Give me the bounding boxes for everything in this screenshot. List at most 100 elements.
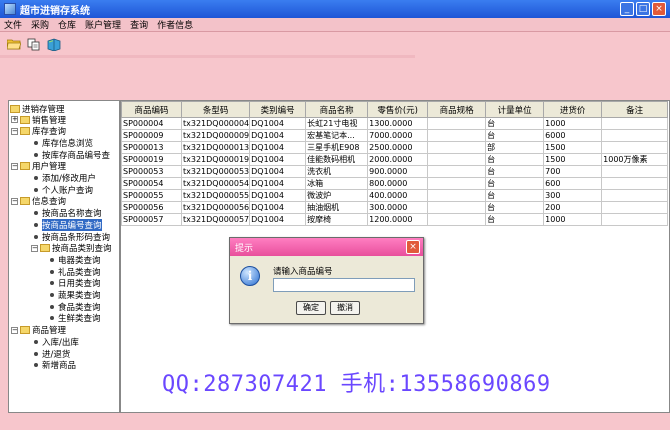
menu-file[interactable]: 文件 [4,18,22,31]
table-cell [601,141,669,154]
table-cell: 600 [543,177,603,190]
product-code-input[interactable] [273,278,415,292]
nav-tree[interactable]: 进销存管理 + 销售管理 − 库存查询 库存信息浏览 按库存商品编号查 − 用户管理添加/修改… [8,100,120,413]
menu-warehouse[interactable]: 仓库 [58,18,76,31]
collapse-icon[interactable]: − [31,244,38,252]
tree-item[interactable]: − 用户管理 [11,161,66,172]
table-row[interactable]: SP000053 tx321DQ000053 DQ1004 洗衣机 900.0000 台 7… [121,165,669,178]
tree-item[interactable]: 生鲜类查询 [47,313,101,324]
menu-query[interactable]: 查询 [130,18,148,31]
tree-item-label: 蔬果类查询 [58,291,101,301]
column-header[interactable]: 类别编号 [249,101,307,118]
collapse-icon[interactable]: − [11,197,18,205]
tree-item-label: 日用类查询 [58,279,101,290]
maximize-button[interactable]: □ [636,2,650,16]
tree-root[interactable]: 进销存管理 [10,103,65,115]
dialog-close-button[interactable]: × [406,240,420,254]
open-folder-icon[interactable] [6,37,21,52]
tree-item[interactable]: 新增商品 [31,360,76,371]
bullet-icon [34,211,38,216]
title-bar[interactable]: 超市进销存系统 _ □ × [0,0,670,18]
table-cell: DQ1004 [249,201,307,214]
tree-item[interactable]: 按商品编号查询 [31,218,102,231]
table-cell: 300 [543,189,603,202]
tree-item-label: 按商品类别查询 [52,244,112,255]
table-row[interactable]: SP000054 tx321DQ000054 DQ1004 冰箱 800.0000 台 60… [121,177,669,190]
menu-purchase[interactable]: 采购 [31,18,49,31]
tree-item[interactable]: 个人账户查询 [31,184,93,196]
tree-item[interactable]: − 信息查询 [11,196,66,207]
tree-item[interactable]: 按商品条形码查询 [31,231,110,243]
copy-icon[interactable] [26,37,41,52]
expand-icon[interactable]: + [11,116,18,123]
column-header[interactable]: 商品规格 [427,101,487,118]
table-cell: DQ1004 [249,153,307,166]
tree-item[interactable]: 电器类查询 [47,254,101,266]
table-row[interactable]: SP000004 tx321DQ000004 DQ1004 长虹21寸电视 1300.0… [121,117,669,130]
table-cell [427,165,487,178]
table-row[interactable]: SP000057 tx321DQ000057 DQ1004 按摩椅 1200.0000 台… [121,213,669,226]
table-row[interactable]: SP000055 tx321DQ000055 DQ1004 微波炉 400.0000 台 3… [121,189,669,202]
dialog-title-bar[interactable]: 提示 [230,238,423,256]
column-header[interactable]: 计量单位 [485,101,545,118]
tree-item[interactable]: − 库存查询 [11,126,66,137]
contact-watermark: QQ:287307421 手机:13558690869 [162,372,551,397]
column-header[interactable]: 商品名称 [305,101,369,118]
tree-item[interactable]: 入库/出库 [31,336,79,348]
bullet-icon [50,304,54,309]
tree-item[interactable]: − 商品管理 [11,325,66,336]
tree-item-label: 按商品编号查询 [42,218,102,231]
table-row[interactable]: SP000009 tx321DQ000009 DQ1004 宏基笔记本... 7000.… [121,129,669,142]
column-header[interactable]: 条型码 [180,101,251,118]
collapse-icon[interactable]: − [11,127,18,135]
table-cell: SP000056 [121,201,182,214]
table-cell: tx321DQ000009 [180,129,251,142]
collapse-icon[interactable]: − [11,326,18,334]
bullet-icon [50,257,54,262]
table-cell: SP000013 [121,141,182,154]
menu-author[interactable]: 作者信息 [157,18,193,31]
table-cell [601,165,669,178]
bullet-icon [50,269,54,274]
tree-item[interactable]: 按库存商品编号查 [31,149,111,161]
tree-item[interactable]: 进/退货 [31,348,70,360]
column-header[interactable]: 商品编码 [121,101,182,118]
input-dialog: 提示 × i 请输入商品编号 确定 撤消 [229,237,424,324]
close-button[interactable]: × [652,2,666,16]
tree-item[interactable]: 蔬果类查询 [47,290,101,301]
tree-item[interactable]: 食品类查询 [47,301,101,313]
column-header[interactable]: 进货价 [543,101,603,118]
tree-item[interactable]: + 销售管理 [11,114,66,126]
table-cell: DQ1004 [249,177,307,190]
table-cell: DQ1004 [249,117,307,130]
table-cell: 1000 [543,117,603,130]
tree-item[interactable]: − 按商品类别查询 [31,243,112,254]
tree-item-label: 添加/修改用户 [42,174,96,184]
column-header[interactable]: 零售价(元) [367,101,429,118]
table-cell: 按摩椅 [305,213,369,226]
tree-item[interactable]: 日用类查询 [47,278,101,289]
table-cell: 300.0000 [367,201,429,214]
column-header[interactable]: 备注 [601,101,669,118]
book-icon[interactable] [46,37,61,52]
table-row[interactable]: SP000013 tx321DQ000013 DQ1004 三星手机E908 2500.… [121,141,669,154]
tree-item[interactable]: 添加/修改用户 [31,173,96,184]
ok-button[interactable]: 确定 [296,301,326,315]
table-cell: DQ1004 [249,165,307,178]
tree-item[interactable]: 礼品类查询 [47,266,101,278]
table-row[interactable]: SP000019 tx321DQ000019 DQ1004 佳能数码相机 2000.00… [121,153,669,166]
minimize-button[interactable]: _ [620,2,634,16]
table-cell: DQ1004 [249,189,307,202]
tree-item[interactable]: 库存信息浏览 [31,137,93,149]
tree-item[interactable]: 按商品名称查询 [31,208,102,219]
table-cell: 台 [485,117,545,130]
table-row[interactable]: SP000056 tx321DQ000056 DQ1004 抽油烟机 300.0000 台… [121,201,669,214]
table-cell: tx321DQ000055 [180,189,251,202]
cancel-button[interactable]: 撤消 [330,301,360,315]
dialog-title: 提示 [235,243,254,254]
table-cell: 抽油烟机 [305,201,369,214]
menu-accounts[interactable]: 账户管理 [85,18,121,31]
folder-icon [20,162,30,171]
collapse-icon[interactable]: − [11,162,18,170]
tree-item-label: 按库存商品编号查 [42,150,111,161]
